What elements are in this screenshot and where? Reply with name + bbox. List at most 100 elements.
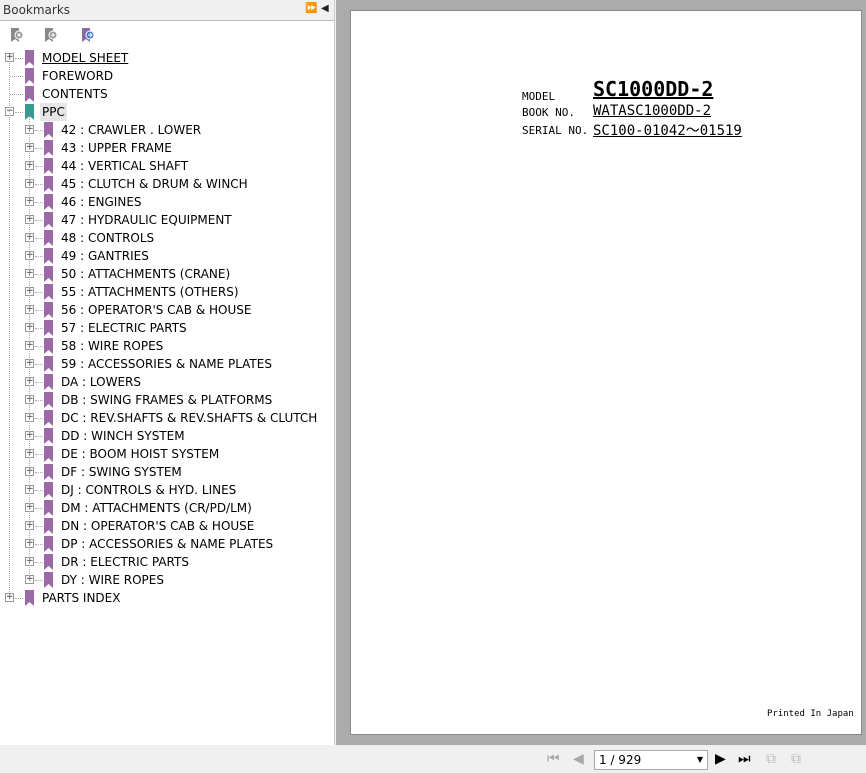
bookmark-item[interactable]: +59 : ACCESSORIES & NAME PLATES [0, 355, 335, 373]
bookmark-label[interactable]: 43 : UPPER FRAME [59, 139, 174, 157]
bookmark-label[interactable]: DB : SWING FRAMES & PLATFORMS [59, 391, 274, 409]
tree-line [35, 184, 43, 185]
book-label: BOOK NO. [522, 106, 575, 119]
bookmark-item[interactable]: +45 : CLUTCH & DRUM & WINCH [0, 175, 335, 193]
bookmark-item[interactable]: − PPC [0, 103, 335, 121]
bookmark-label[interactable]: 47 : HYDRAULIC EQUIPMENT [59, 211, 234, 229]
bookmark-item[interactable]: + PARTS INDEX [0, 589, 335, 607]
bookmark-item[interactable]: + DC : REV.SHAFTS & REV.SHAFTS & CLUTCH [0, 409, 335, 427]
bookmark-label[interactable]: FOREWORD [40, 67, 115, 85]
bookmark-item[interactable]: CONTENTS [0, 85, 335, 103]
bookmark-item[interactable]: + DR : ELECTRIC PARTS [0, 553, 335, 571]
bookmark-label[interactable]: DJ : CONTROLS & HYD. LINES [59, 481, 238, 499]
bookmark-label[interactable]: 56 : OPERATOR'S CAB & HOUSE [59, 301, 253, 319]
bookmark-label[interactable]: DM : ATTACHMENTS (CR/PD/LM) [59, 499, 254, 517]
bookmark-item[interactable]: + MODEL SHEET [0, 49, 335, 67]
bookmark-label[interactable]: 57 : ELECTRIC PARTS [59, 319, 189, 337]
bookmark-item[interactable]: + DN : OPERATOR'S CAB & HOUSE [0, 517, 335, 535]
bookmark-label[interactable]: DC : REV.SHAFTS & REV.SHAFTS & CLUTCH [59, 409, 319, 427]
bookmark-item[interactable]: +44 : VERTICAL SHAFT [0, 157, 335, 175]
bookmark-label[interactable]: DD : WINCH SYSTEM [59, 427, 187, 445]
bookmark-item[interactable]: + DB : SWING FRAMES & PLATFORMS [0, 391, 335, 409]
add-bookmark-icon[interactable] [44, 27, 58, 43]
bookmark-item[interactable]: +49 : GANTRIES [0, 247, 335, 265]
bookmark-icon [25, 86, 34, 102]
bookmark-label[interactable]: DA : LOWERS [59, 373, 143, 391]
bookmark-item[interactable]: + DE : BOOM HOIST SYSTEM [0, 445, 335, 463]
tree-line [35, 130, 43, 131]
bookmark-icon [44, 320, 53, 336]
bookmark-icon [44, 230, 53, 246]
bookmark-label[interactable]: DE : BOOM HOIST SYSTEM [59, 445, 221, 463]
facing-pages-icon[interactable]: ⧉ [791, 751, 801, 767]
bookmark-label[interactable]: PARTS INDEX [40, 589, 122, 607]
page-selector[interactable]: 1 / 929 ▼ [594, 750, 708, 770]
bookmark-item[interactable]: +47 : HYDRAULIC EQUIPMENT [0, 211, 335, 229]
tree-line [35, 166, 43, 167]
bookmark-label[interactable]: DY : WIRE ROPES [59, 571, 166, 589]
bookmark-item[interactable]: + DP : ACCESSORIES & NAME PLATES [0, 535, 335, 553]
bookmark-icon [44, 572, 53, 588]
bookmark-item[interactable]: +57 : ELECTRIC PARTS [0, 319, 335, 337]
last-page-icon[interactable]: ⏭ [738, 751, 751, 767]
expand-panel-icon[interactable]: ⏩ [305, 3, 317, 14]
tree-line [35, 526, 43, 527]
bookmark-icon [44, 140, 53, 156]
bookmark-item[interactable]: +50 : ATTACHMENTS (CRANE) [0, 265, 335, 283]
delete-bookmark-icon[interactable] [10, 27, 24, 43]
bookmark-label[interactable]: 59 : ACCESSORIES & NAME PLATES [59, 355, 274, 373]
first-page-icon[interactable]: ⏮ [547, 751, 560, 767]
chevron-down-icon[interactable]: ▼ [697, 751, 703, 769]
bookmark-item[interactable]: +58 : WIRE ROPES [0, 337, 335, 355]
bookmark-label[interactable]: 50 : ATTACHMENTS (CRANE) [59, 265, 232, 283]
bookmark-item[interactable]: FOREWORD [0, 67, 335, 85]
bookmark-label[interactable]: DF : SWING SYSTEM [59, 463, 184, 481]
bookmark-label[interactable]: PPC [40, 103, 67, 121]
collapse-panel-icon[interactable]: ◀ [321, 3, 329, 14]
bookmark-label[interactable]: 48 : CONTROLS [59, 229, 156, 247]
bookmark-label[interactable]: DP : ACCESSORIES & NAME PLATES [59, 535, 275, 553]
bookmark-label[interactable]: 55 : ATTACHMENTS (OTHERS) [59, 283, 241, 301]
book-value: WATASC1000DD-2 [593, 103, 712, 119]
bookmark-item[interactable]: + DM : ATTACHMENTS (CR/PD/LM) [0, 499, 335, 517]
serial-value: SC100-01042～01519 [593, 123, 742, 139]
bookmark-icon [44, 554, 53, 570]
bookmark-label[interactable]: MODEL SHEET [40, 49, 130, 67]
bookmark-item[interactable]: +46 : ENGINES [0, 193, 335, 211]
tree-line [15, 58, 23, 59]
bookmark-icon [44, 176, 53, 192]
tree-line [35, 328, 43, 329]
bookmark-item[interactable]: +55 : ATTACHMENTS (OTHERS) [0, 283, 335, 301]
bookmark-label[interactable]: CONTENTS [40, 85, 110, 103]
bookmark-item[interactable]: +43 : UPPER FRAME [0, 139, 335, 157]
tree-line [9, 58, 10, 598]
bookmark-icon [25, 50, 34, 66]
bookmark-item[interactable]: + DD : WINCH SYSTEM [0, 427, 335, 445]
model-value: SC1000DD-2 [593, 77, 714, 101]
bookmark-item[interactable]: + DA : LOWERS [0, 373, 335, 391]
bookmark-item[interactable]: + DJ : CONTROLS & HYD. LINES [0, 481, 335, 499]
bookmark-label[interactable]: 42 : CRAWLER . LOWER [59, 121, 203, 139]
bookmark-label[interactable]: 45 : CLUTCH & DRUM & WINCH [59, 175, 250, 193]
next-page-icon[interactable]: ▶ [715, 751, 726, 767]
bookmark-label[interactable]: DR : ELECTRIC PARTS [59, 553, 191, 571]
bookmark-item[interactable]: +56 : OPERATOR'S CAB & HOUSE [0, 301, 335, 319]
tree-line [35, 238, 43, 239]
single-page-icon[interactable]: ⧉ [766, 751, 776, 767]
bookmark-label[interactable]: 46 : ENGINES [59, 193, 144, 211]
bookmark-item[interactable]: +42 : CRAWLER . LOWER [0, 121, 335, 139]
bookmark-label[interactable]: DN : OPERATOR'S CAB & HOUSE [59, 517, 256, 535]
tree-line [35, 256, 43, 257]
goto-bookmark-icon[interactable] [81, 27, 95, 43]
bookmark-icon [44, 374, 53, 390]
bookmark-label[interactable]: 44 : VERTICAL SHAFT [59, 157, 190, 175]
bookmark-item[interactable]: + DY : WIRE ROPES [0, 571, 335, 589]
serial-label: SERIAL NO. [522, 124, 589, 137]
bookmark-item[interactable]: + DF : SWING SYSTEM [0, 463, 335, 481]
prev-page-icon[interactable]: ◀ [573, 751, 584, 767]
bookmark-icon [44, 410, 53, 426]
bookmark-label[interactable]: 58 : WIRE ROPES [59, 337, 165, 355]
bookmark-item[interactable]: +48 : CONTROLS [0, 229, 335, 247]
bookmark-label[interactable]: 49 : GANTRIES [59, 247, 151, 265]
tree-line [35, 274, 43, 275]
